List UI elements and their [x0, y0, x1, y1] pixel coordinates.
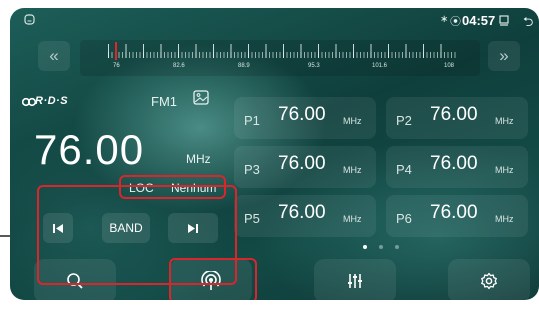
dial-scale-label: 76 — [113, 63, 120, 69]
rds-label: R·D·S — [35, 95, 69, 107]
home-icon[interactable] — [24, 14, 35, 25]
frequency-unit: MHz — [186, 152, 211, 166]
preset-unit: MHz — [343, 165, 362, 175]
location-icon: ⦿ — [450, 16, 461, 28]
preset-unit: MHz — [495, 165, 514, 175]
image-icon[interactable] — [193, 90, 209, 105]
dial-scale-label: 95.3 — [308, 63, 320, 69]
band-name: FM1 — [151, 94, 177, 109]
current-frequency: 76.00 — [34, 126, 145, 173]
recent-apps-icon[interactable] — [499, 15, 509, 26]
preset-frequency: 76.00 — [430, 202, 478, 223]
settings-button[interactable] — [448, 259, 530, 300]
dial-scale-label: 88.9 — [238, 63, 250, 69]
dial-scale-label: 108 — [444, 63, 455, 69]
preset-unit: MHz — [495, 116, 514, 126]
preset-name: P1 — [244, 113, 260, 128]
preset-unit: MHz — [343, 116, 362, 126]
preset-frequency: 76.00 — [278, 202, 326, 223]
preset-name: P5 — [244, 211, 260, 226]
preset-p1[interactable]: P1 76.00 MHz — [234, 97, 376, 139]
preset-frequency: 76.00 — [430, 104, 478, 125]
dial-major-ticks — [108, 44, 458, 58]
back-icon[interactable]: ⮌ — [523, 13, 533, 35]
preset-p6[interactable]: P6 76.00 MHz — [386, 195, 528, 237]
status-bar: ∗ ⦿ 04:57 ⮌ — [10, 8, 539, 34]
preset-p5[interactable]: P5 76.00 MHz — [234, 195, 376, 237]
seek-forward-button[interactable]: » — [488, 41, 520, 71]
clock: 04:57 — [462, 13, 496, 28]
dial-needle[interactable] — [115, 42, 117, 60]
preset-frequency: 76.00 — [278, 153, 326, 174]
dial-scale-label: 101.6 — [372, 63, 388, 69]
rds-logo-icon — [22, 97, 36, 107]
page-indicator-dot[interactable] — [395, 245, 399, 249]
preset-p4[interactable]: P4 76.00 MHz — [386, 146, 528, 188]
preset-frequency: 76.00 — [278, 104, 326, 125]
preset-unit: MHz — [343, 214, 362, 224]
preset-p3[interactable]: P3 76.00 MHz — [234, 146, 376, 188]
preset-frequency: 76.00 — [430, 153, 478, 174]
frequency-dial[interactable]: 76 82.6 88.9 95.3 101.6 108 — [80, 40, 480, 76]
preset-name: P3 — [244, 162, 260, 177]
bluetooth-icon: ∗ — [440, 14, 449, 25]
equalizer-button[interactable] — [314, 259, 396, 300]
preset-name: P2 — [396, 113, 412, 128]
preset-unit: MHz — [495, 214, 514, 224]
preset-name: P6 — [396, 211, 412, 226]
broadcast-button-highlight — [169, 258, 257, 300]
preset-p2[interactable]: P2 76.00 MHz — [386, 97, 528, 139]
preset-name: P4 — [396, 162, 412, 177]
page-indicator-dot[interactable] — [363, 245, 367, 249]
radio-screen: ∗ ⦿ 04:57 ⮌ « 76 82.6 88.9 95.3 101.6 10… — [10, 8, 539, 300]
settings-icon — [481, 272, 497, 290]
seek-back-button[interactable]: « — [38, 41, 70, 71]
page-indicator-dot[interactable] — [379, 245, 383, 249]
equalizer-icon — [348, 274, 362, 288]
dial-scale-label: 82.6 — [173, 63, 185, 69]
